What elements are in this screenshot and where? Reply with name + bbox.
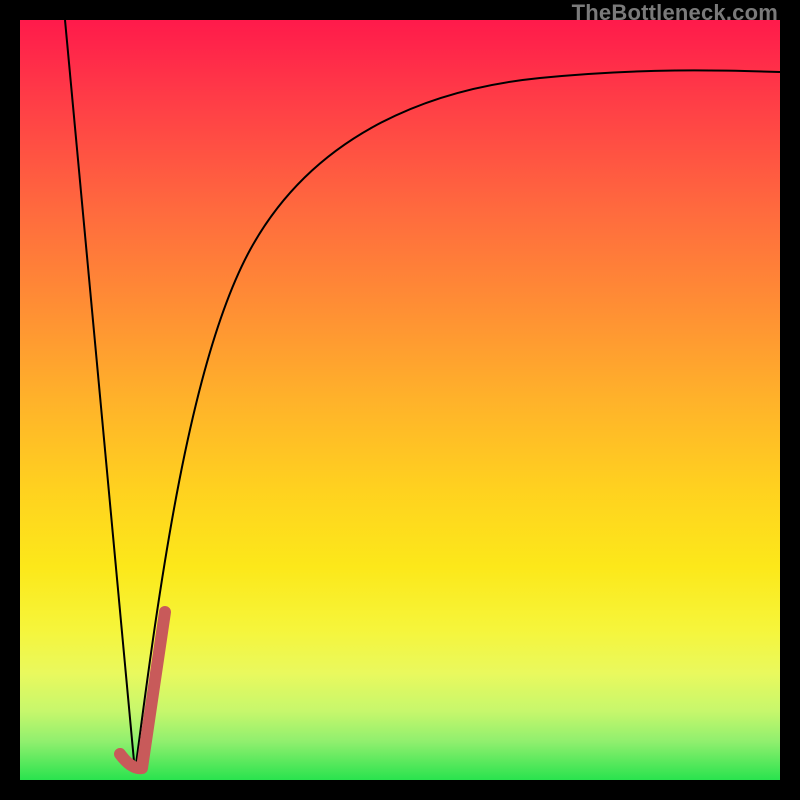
- chart-frame: TheBottleneck.com: [0, 0, 800, 800]
- series-right-curve: [135, 70, 780, 772]
- chart-curves: [20, 20, 780, 780]
- series-left-line: [65, 20, 135, 772]
- watermark-text: TheBottleneck.com: [572, 0, 778, 26]
